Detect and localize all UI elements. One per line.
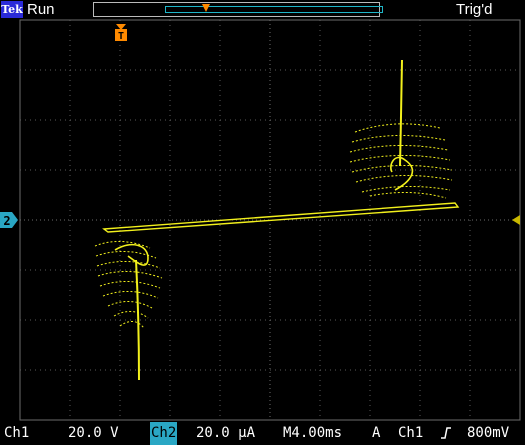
trigger-mode: A xyxy=(372,425,381,441)
trigger-level: 800mV xyxy=(467,425,510,441)
ch2-scale: 20.0 µA xyxy=(196,425,256,441)
trigger-position-marker[interactable]: T xyxy=(115,24,127,42)
ch1-label[interactable]: Ch1 xyxy=(4,422,29,445)
ch2-label[interactable]: Ch2 xyxy=(150,422,178,445)
readout-bar: Ch1 20.0 V Ch2 20.0 µA M4.00ms A Ch1 800… xyxy=(0,422,525,445)
trigger-source: Ch1 xyxy=(398,425,424,441)
ch1-scale: 20.0 V xyxy=(68,425,119,441)
xy-trace xyxy=(94,59,460,381)
trigger-position-label: T xyxy=(118,31,124,42)
channel2-ground-marker[interactable]: 2 xyxy=(0,212,18,228)
oscilloscope-display: T 2 xyxy=(0,4,521,421)
channel2-ground-label: 2 xyxy=(3,214,10,228)
trigger-level-marker[interactable] xyxy=(512,215,520,225)
rising-edge-icon xyxy=(440,422,452,445)
record-view-caret xyxy=(202,4,210,12)
timebase: M4.00ms xyxy=(283,425,343,441)
